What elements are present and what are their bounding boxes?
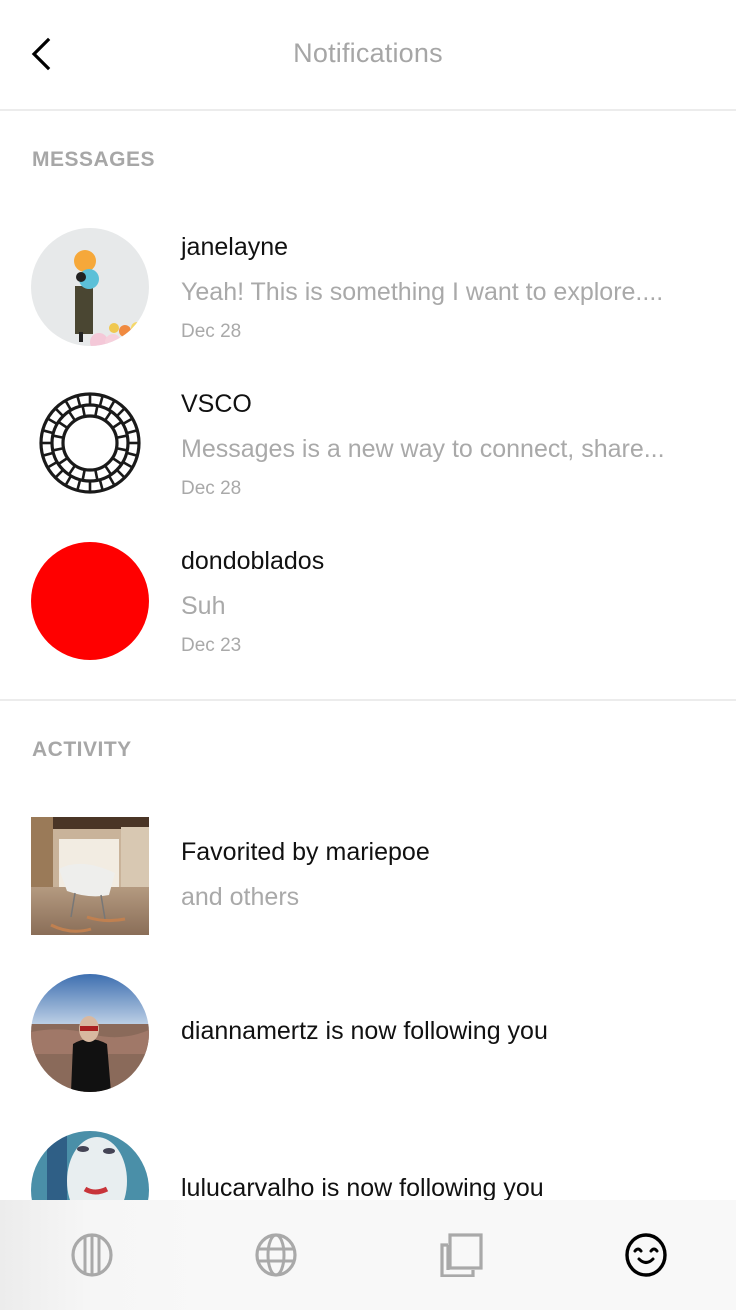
activity-item-favorite[interactable]: Favorited by mariepoe and others xyxy=(0,817,736,935)
tab-feed[interactable] xyxy=(32,1200,152,1310)
tab-notifications[interactable] xyxy=(586,1200,706,1310)
stacked-squares-icon xyxy=(440,1233,483,1277)
activity-text: lulucarvalho is now following you xyxy=(181,1174,544,1202)
activity-subtext: and others xyxy=(181,883,300,911)
tab-discover[interactable] xyxy=(216,1200,336,1310)
avatar xyxy=(31,974,149,1092)
vsco-logo-icon xyxy=(31,385,149,503)
message-preview: Yeah! This is something I want to explor… xyxy=(181,278,664,306)
message-item-dondoblados[interactable]: dondoblados Suh Dec 23 xyxy=(0,542,736,662)
message-date: Dec 28 xyxy=(181,321,242,342)
message-preview: Messages is a new way to connect, share.… xyxy=(181,435,665,463)
avatar xyxy=(31,385,149,503)
sender-name: dondoblados xyxy=(181,547,325,575)
smiley-icon xyxy=(625,1233,667,1277)
tab-collection[interactable] xyxy=(402,1200,522,1310)
header: Notifications xyxy=(0,0,736,111)
message-preview: Suh xyxy=(181,592,226,620)
sender-name: VSCO xyxy=(181,390,252,418)
message-date: Dec 28 xyxy=(181,478,242,499)
message-item-vsco[interactable]: VSCO Messages is a new way to connect, s… xyxy=(0,385,736,505)
globe-icon xyxy=(255,1233,297,1277)
activity-item-follow-diannamertz[interactable]: diannamertz is now following you xyxy=(0,974,736,1092)
activity-section-title: ACTIVITY xyxy=(32,738,132,761)
striped-circle-icon xyxy=(71,1233,113,1277)
tab-bar xyxy=(0,1200,736,1310)
photo-thumbnail xyxy=(31,817,149,935)
messages-section-title: MESSAGES xyxy=(32,148,156,171)
avatar-photo xyxy=(31,974,149,1092)
message-date: Dec 23 xyxy=(181,635,242,656)
avatar xyxy=(31,228,149,346)
avatar-photo xyxy=(31,228,149,346)
activity-text: Favorited by mariepoe xyxy=(181,838,430,866)
message-item-janelayne[interactable]: janelayne Yeah! This is something I want… xyxy=(0,228,736,348)
section-divider xyxy=(0,699,736,701)
avatar xyxy=(31,542,149,660)
activity-text: diannamertz is now following you xyxy=(181,1017,548,1045)
page-title: Notifications xyxy=(293,38,443,68)
sender-name: janelayne xyxy=(181,233,289,261)
thumbnail-photo xyxy=(31,817,149,935)
